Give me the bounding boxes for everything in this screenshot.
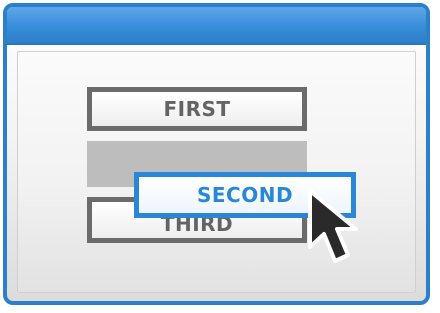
list-item-second-label: SECOND [196, 183, 294, 207]
list-item-first[interactable]: FIRST [87, 87, 307, 131]
mouse-pointer-icon [308, 189, 358, 263]
list-item-first-label: FIRST [163, 97, 231, 121]
title-bar[interactable] [7, 7, 426, 45]
